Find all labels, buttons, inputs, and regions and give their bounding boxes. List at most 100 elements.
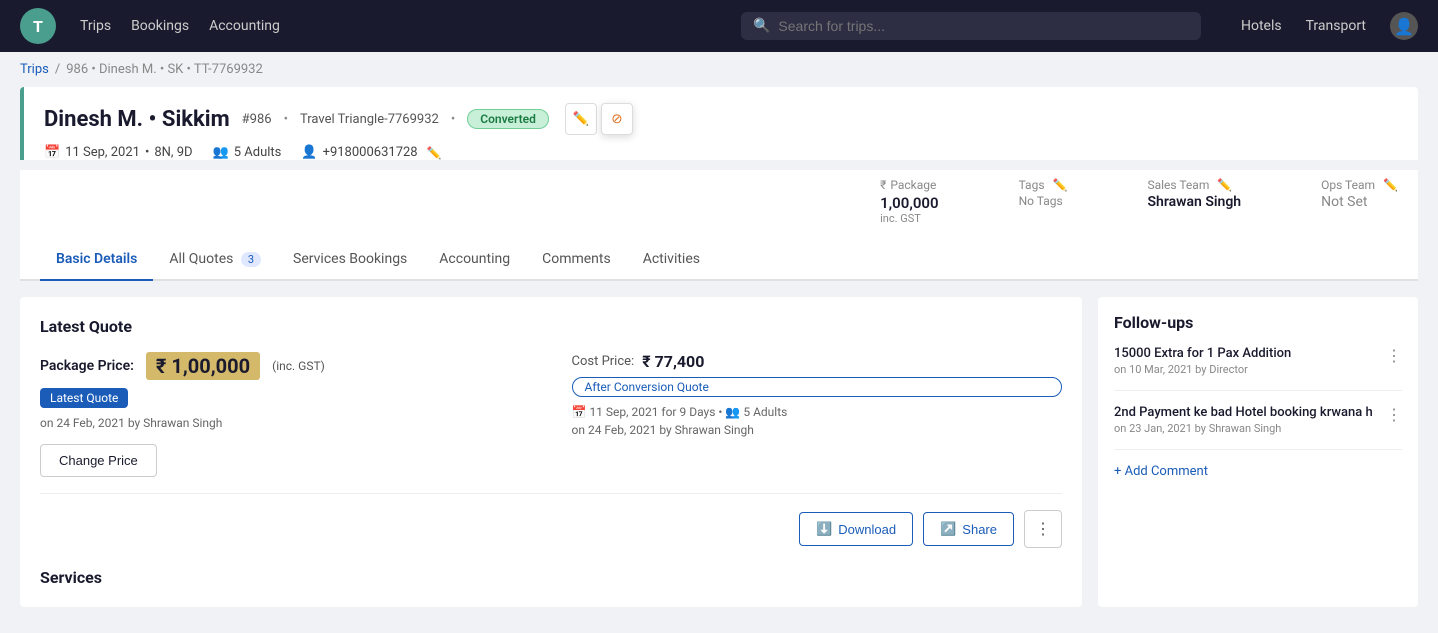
search-input[interactable]: [778, 18, 1189, 34]
sales-team-block: Sales Team ✏️ Shrawan Singh: [1147, 178, 1241, 210]
trip-info-bar: ₹ Package 1,00,000 inc. GST Tags ✏️ No T…: [20, 170, 1418, 239]
share-icon: ↗️: [940, 521, 956, 537]
tab-services-bookings[interactable]: Services Bookings: [277, 239, 423, 281]
cost-calendar-icon: 📅: [572, 405, 587, 419]
sales-team-value: Shrawan Singh: [1147, 194, 1241, 210]
services-title: Services: [40, 568, 1062, 587]
right-quote-info: Cost Price: ₹ 77,400 After Conversion Qu…: [572, 352, 1063, 437]
ops-team-block: Ops Team ✏️ Not Set: [1321, 178, 1398, 210]
quote-created-on: on 24 Feb, 2021 by Shrawan Singh: [40, 416, 531, 430]
add-comment-button[interactable]: + Add Comment: [1114, 464, 1402, 479]
app-logo[interactable]: T: [20, 8, 56, 44]
breadcrumb-separator: /: [55, 62, 60, 77]
package-price-amount: ₹ 1,00,000: [146, 352, 260, 380]
tab-accounting[interactable]: Accounting: [423, 239, 526, 281]
trip-header: Dinesh M. • Sikkim #986 • Travel Triangl…: [20, 87, 1418, 160]
breadcrumb: Trips / 986 • Dinesh M. • SK • TT-776993…: [0, 52, 1438, 87]
tab-activities[interactable]: Activities: [627, 239, 716, 281]
cost-created-on: on 24 Feb, 2021 by Shrawan Singh: [572, 423, 1063, 437]
trip-meta-row: 📅 11 Sep, 2021 • 8N, 9D 👥 5 Adults 👤 +91…: [44, 145, 1398, 160]
quote-actions-row: ⬇️ Download ↗️ Share ⋮: [40, 493, 1062, 548]
rupee-icon: ₹: [880, 178, 886, 192]
navbar-link-accounting[interactable]: Accounting: [209, 18, 280, 34]
ops-team-value: Not Set: [1321, 194, 1398, 210]
trip-name: Dinesh M. • Sikkim: [44, 107, 230, 132]
tab-all-quotes[interactable]: All Quotes 3: [153, 239, 277, 281]
tags-edit-icon[interactable]: ✏️: [1053, 178, 1068, 192]
followup-content-1: 2nd Payment ke bad Hotel booking krwana …: [1114, 405, 1381, 435]
tags-block: Tags ✏️ No Tags: [1019, 178, 1068, 208]
cost-price-amount: ₹ 77,400: [642, 352, 704, 371]
followup-content-0: 15000 Extra for 1 Pax Addition on 10 Mar…: [1114, 346, 1299, 376]
package-price-block: ₹ Package 1,00,000 inc. GST: [880, 178, 938, 225]
ops-team-label: Ops Team ✏️: [1321, 178, 1398, 192]
navbar-link-hotels[interactable]: Hotels: [1241, 18, 1282, 34]
followup-more-0[interactable]: ⋮: [1386, 346, 1402, 365]
breadcrumb-current: 986 • Dinesh M. • SK • TT-7769932: [66, 62, 263, 77]
package-price-value: 1,00,000: [880, 194, 938, 212]
phone-edit-icon[interactable]: ✏️: [427, 146, 442, 160]
status-badge: Converted: [467, 109, 549, 129]
all-quotes-badge: 3: [241, 252, 261, 267]
inc-gst-note: (inc. GST): [272, 359, 325, 373]
change-price-button[interactable]: Change Price: [40, 444, 157, 477]
followup-item-0: 15000 Extra for 1 Pax Addition on 10 Mar…: [1114, 346, 1402, 391]
cost-price-row: Cost Price: ₹ 77,400: [572, 352, 1063, 371]
tags-label: Tags ✏️: [1019, 178, 1068, 192]
navbar-right: Hotels Transport 👤: [1241, 12, 1418, 40]
left-panel: Latest Quote Package Price: ₹ 1,00,000 (…: [20, 297, 1082, 607]
share-button[interactable]: ↗️ Share: [923, 512, 1014, 546]
cost-adults-icon: 👥: [725, 405, 740, 419]
package-price-label: Package Price:: [40, 358, 134, 374]
latest-quote-badge: Latest Quote: [40, 388, 128, 408]
user-icon[interactable]: 👤: [1390, 12, 1418, 40]
more-options-button[interactable]: ⋮: [1024, 510, 1062, 548]
followup-item-1: 2nd Payment ke bad Hotel booking krwana …: [1114, 405, 1402, 450]
latest-quote-title: Latest Quote: [40, 317, 1062, 336]
download-icon: ⬇️: [816, 521, 832, 537]
followup-meta-0: on 10 Mar, 2021 by Director: [1114, 363, 1299, 376]
navbar: T Trips Bookings Accounting 🔍 Hotels Tra…: [0, 0, 1438, 52]
navbar-link-trips[interactable]: Trips: [80, 18, 111, 34]
followup-text-1: 2nd Payment ke bad Hotel booking krwana …: [1114, 405, 1381, 420]
followup-meta-1: on 23 Jan, 2021 by Shrawan Singh: [1114, 422, 1381, 435]
action-icons: ✏️ ⊘: [565, 103, 633, 135]
download-button[interactable]: ⬇️ Download: [799, 512, 913, 546]
tabs-bar: Basic Details All Quotes 3 Services Book…: [20, 239, 1418, 281]
cost-date-adults: 📅 11 Sep, 2021 for 9 Days • 👥 5 Adults: [572, 405, 1063, 419]
navbar-link-bookings[interactable]: Bookings: [131, 18, 189, 34]
cancel-button[interactable]: ⊘: [601, 103, 633, 135]
navbar-links: Trips Bookings Accounting: [80, 18, 280, 34]
navbar-link-transport[interactable]: Transport: [1306, 18, 1366, 34]
sales-team-label: Sales Team ✏️: [1147, 178, 1241, 192]
followup-more-1[interactable]: ⋮: [1386, 405, 1402, 424]
tags-value: No Tags: [1019, 194, 1068, 208]
trip-provider: Travel Triangle-7769932: [300, 112, 439, 127]
trip-date: 📅 11 Sep, 2021 • 8N, 9D: [44, 145, 193, 160]
trip-id: #986: [242, 112, 272, 127]
trip-phone: 👤 +918000631728 ✏️: [301, 145, 441, 160]
calendar-icon: 📅: [44, 145, 60, 160]
package-price-label: ₹ Package: [880, 178, 938, 192]
trip-title-row: Dinesh M. • Sikkim #986 • Travel Triangl…: [44, 103, 1398, 135]
trip-adults: 👥 5 Adults: [213, 145, 282, 160]
breadcrumb-trips[interactable]: Trips: [20, 62, 49, 77]
cost-price-label: Cost Price:: [572, 354, 635, 369]
left-quote-info: Package Price: ₹ 1,00,000 (inc. GST) Lat…: [40, 352, 531, 477]
person-icon: 👤: [301, 145, 317, 160]
main-content: Latest Quote Package Price: ₹ 1,00,000 (…: [20, 297, 1418, 607]
package-price-row: Package Price: ₹ 1,00,000 (inc. GST): [40, 352, 531, 380]
followups-title: Follow-ups: [1114, 313, 1402, 332]
tab-basic-details[interactable]: Basic Details: [40, 239, 153, 281]
tab-comments[interactable]: Comments: [526, 239, 627, 281]
right-panel: Follow-ups 15000 Extra for 1 Pax Additio…: [1098, 297, 1418, 607]
ops-team-edit-icon[interactable]: ✏️: [1383, 178, 1398, 192]
search-bar[interactable]: 🔍: [741, 12, 1201, 40]
sales-team-edit-icon[interactable]: ✏️: [1217, 178, 1232, 192]
after-conversion-badge: After Conversion Quote: [572, 377, 1063, 397]
edit-button[interactable]: ✏️: [565, 103, 597, 135]
quote-body: Package Price: ₹ 1,00,000 (inc. GST) Lat…: [40, 352, 1062, 477]
followup-text-0: 15000 Extra for 1 Pax Addition: [1114, 346, 1299, 361]
package-price-note: inc. GST: [880, 212, 938, 225]
page-container: Dinesh M. • Sikkim #986 • Travel Triangl…: [0, 87, 1438, 627]
